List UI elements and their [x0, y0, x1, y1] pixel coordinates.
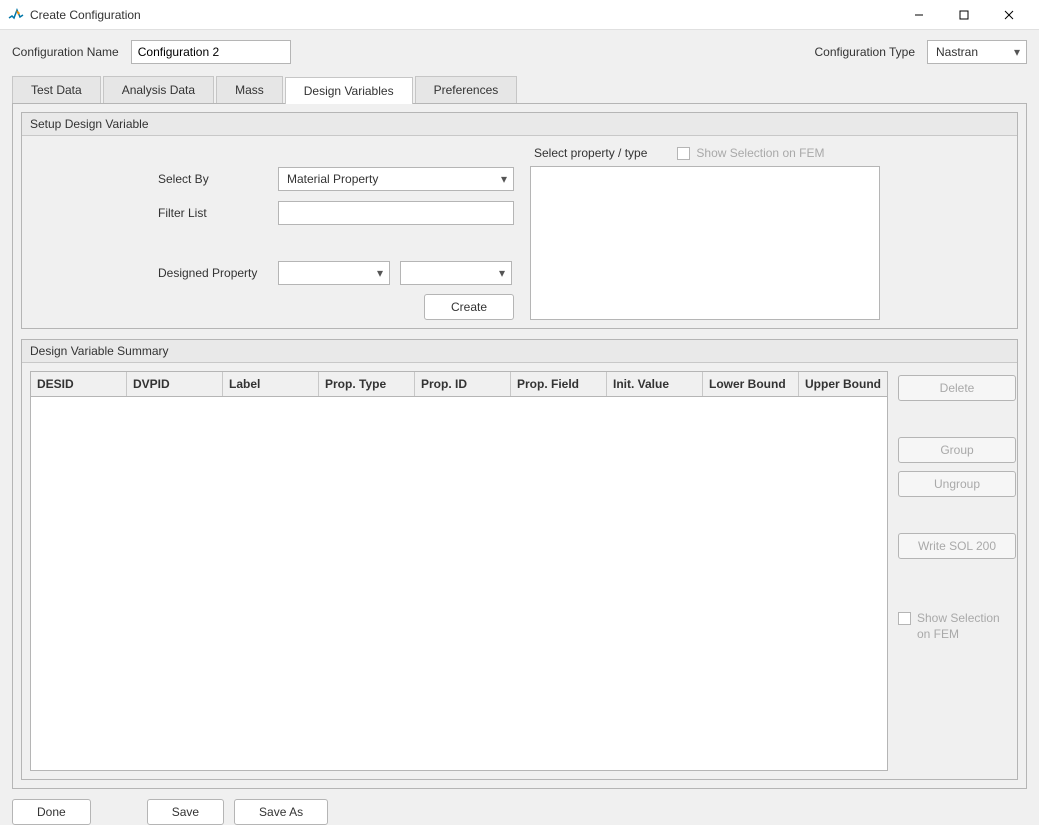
maximize-button[interactable]	[941, 0, 986, 30]
checkbox-icon	[677, 147, 690, 160]
table-header-row: DESID DVPID Label Prop. Type Prop. ID Pr…	[31, 372, 887, 397]
select-property-label: Select property / type	[534, 146, 647, 160]
checkbox-icon	[898, 612, 911, 625]
tab-preferences[interactable]: Preferences	[415, 76, 518, 103]
close-button[interactable]	[986, 0, 1031, 30]
summary-group-title: Design Variable Summary	[22, 340, 1017, 363]
designed-property-label: Designed Property	[158, 266, 268, 280]
chevron-down-icon: ▾	[501, 172, 507, 186]
col-init-value: Init. Value	[607, 372, 703, 396]
setup-design-variable-group: Setup Design Variable Select By Material…	[21, 112, 1018, 329]
filter-list-label: Filter List	[158, 206, 268, 220]
window-title: Create Configuration	[30, 8, 141, 22]
table-body	[31, 397, 887, 770]
ungroup-button[interactable]: Ungroup	[898, 471, 1016, 497]
tab-mass[interactable]: Mass	[216, 76, 283, 103]
select-by-dropdown[interactable]: Material Property ▾	[278, 167, 514, 191]
col-prop-type: Prop. Type	[319, 372, 415, 396]
show-selection-fem-checkbox-2[interactable]: Show Selection on FEM	[898, 611, 1016, 642]
design-variables-panel: Setup Design Variable Select By Material…	[12, 104, 1027, 789]
matlab-icon	[8, 7, 24, 23]
designed-property-dropdown-2[interactable]: ▾	[400, 261, 512, 285]
col-label: Label	[223, 372, 319, 396]
filter-list-input[interactable]	[278, 201, 514, 225]
config-row: Configuration Name Configuration Type Na…	[12, 40, 1027, 64]
show-selection-fem-checkbox[interactable]: Show Selection on FEM	[677, 146, 824, 160]
show-selection-fem-label: Show Selection on FEM	[696, 146, 824, 160]
tab-analysis-data[interactable]: Analysis Data	[103, 76, 214, 103]
setup-group-title: Setup Design Variable	[22, 113, 1017, 136]
delete-button[interactable]: Delete	[898, 375, 1016, 401]
col-prop-id: Prop. ID	[415, 372, 511, 396]
select-by-label: Select By	[158, 172, 268, 186]
tab-test-data[interactable]: Test Data	[12, 76, 101, 103]
minimize-button[interactable]	[896, 0, 941, 30]
select-by-value: Material Property	[287, 172, 378, 186]
titlebar: Create Configuration	[0, 0, 1039, 30]
save-as-button[interactable]: Save As	[234, 799, 328, 825]
show-selection-fem-label-2: Show Selection on FEM	[917, 611, 1016, 642]
config-name-label: Configuration Name	[12, 45, 119, 59]
config-type-select[interactable]: Nastran ▾	[927, 40, 1027, 64]
col-dvpid: DVPID	[127, 372, 223, 396]
col-upper-bound: Upper Bound	[799, 372, 887, 396]
summary-side-buttons: Delete Group Ungroup Write SOL 200 Show …	[898, 371, 1016, 771]
col-prop-field: Prop. Field	[511, 372, 607, 396]
designed-property-dropdown-1[interactable]: ▾	[278, 261, 390, 285]
chevron-down-icon: ▾	[499, 266, 505, 280]
config-type-value: Nastran	[936, 45, 978, 59]
col-desid: DESID	[31, 372, 127, 396]
save-button[interactable]: Save	[147, 799, 224, 825]
chevron-down-icon: ▾	[377, 266, 383, 280]
config-name-input[interactable]	[131, 40, 291, 64]
tab-design-variables[interactable]: Design Variables	[285, 77, 413, 104]
tabs: Test Data Analysis Data Mass Design Vari…	[12, 76, 1027, 104]
group-button[interactable]: Group	[898, 437, 1016, 463]
summary-table[interactable]: DESID DVPID Label Prop. Type Prop. ID Pr…	[30, 371, 888, 771]
col-lower-bound: Lower Bound	[703, 372, 799, 396]
property-type-listbox[interactable]	[530, 166, 880, 320]
config-type-label: Configuration Type	[814, 45, 915, 59]
create-button[interactable]: Create	[424, 294, 514, 320]
write-sol-200-button[interactable]: Write SOL 200	[898, 533, 1016, 559]
done-button[interactable]: Done	[12, 799, 91, 825]
chevron-down-icon: ▾	[1014, 45, 1020, 59]
design-variable-summary-group: Design Variable Summary DESID DVPID Labe…	[21, 339, 1018, 780]
footer-buttons: Done Save Save As	[12, 799, 1027, 825]
